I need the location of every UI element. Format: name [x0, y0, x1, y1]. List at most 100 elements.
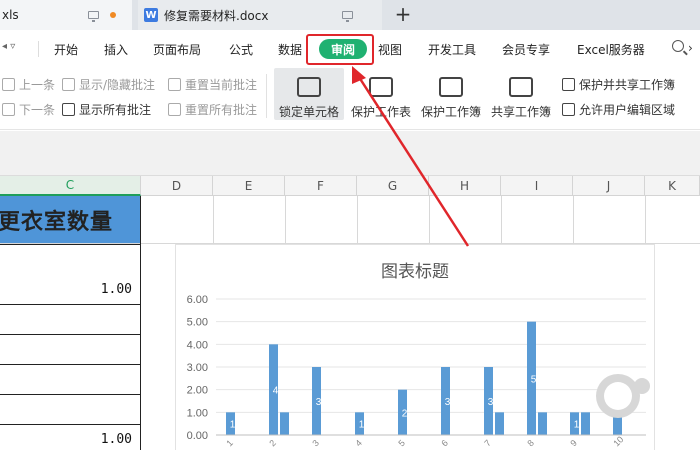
bar-chart[interactable]: 图表标题 0.00 1.00 2.00 3.00 4.00 5.00 6.00 1 1 4 2 3 3 1…: [175, 244, 655, 450]
tab-docx[interactable]: W 修复需要材料.docx: [138, 0, 382, 30]
menu-excel-server[interactable]: Excel服务器: [577, 41, 645, 58]
column-header-i[interactable]: I: [501, 176, 573, 196]
protect-sheet-button[interactable]: 保护工作表: [348, 68, 414, 120]
menu-formulas[interactable]: 公式: [229, 41, 253, 58]
reset-current-comment-label: 重置当前批注: [185, 78, 258, 92]
protect-sheet-icon: [369, 77, 393, 97]
tab-xls[interactable]: xls: [0, 0, 132, 30]
next-comment-label: 下一条: [19, 103, 56, 117]
protect-and-share-button[interactable]: 保护并共享工作簿: [562, 76, 675, 93]
spreadsheet-app: xls W 修复需要材料.docx + ◂ ▿ 开始 插入 页面布局 公式 数据…: [0, 0, 700, 450]
x-tick-label: 2: [267, 438, 278, 449]
x-tick-label: 6: [439, 438, 450, 449]
x-tick-label: 4: [353, 438, 364, 449]
y-tick-label: 5.00: [187, 317, 208, 329]
review-ribbon: 上一条 下一条 显示/隐藏批注 显示所有批注 重置当前批注 重置所有批注 锁定单…: [0, 68, 700, 130]
menu-insert[interactable]: 插入: [104, 41, 128, 58]
column-header-h[interactable]: H: [429, 176, 501, 196]
allow-edit-ranges-button[interactable]: 允许用户编辑区域: [562, 101, 675, 118]
lock-cell-label: 锁定单元格: [278, 105, 339, 119]
more-icon[interactable]: ›: [688, 41, 693, 55]
lock-cell-button[interactable]: 锁定单元格: [274, 68, 344, 120]
show-all-comments-label: 显示所有批注: [79, 103, 152, 117]
chart-plot-area: 0.00 1.00 2.00 3.00 4.00 5.00 6.00 1 1 4 2 3 3 1 4 2 5 3 6…: [187, 294, 646, 449]
data-label: 1: [230, 420, 236, 431]
menu-data[interactable]: 数据: [278, 41, 302, 58]
window-icon[interactable]: [342, 11, 353, 22]
comment-icon: [62, 103, 75, 116]
data-label: 4: [273, 386, 279, 397]
allow-edit-ranges-label: 允许用户编辑区域: [579, 103, 676, 117]
x-tick-label: 5: [396, 438, 407, 449]
word-icon: W: [144, 8, 158, 22]
column-header-c[interactable]: C: [0, 176, 141, 196]
y-tick-label: 4.00: [187, 339, 208, 351]
menu-scroll-icon[interactable]: ◂ ▿: [2, 41, 15, 52]
x-tick-label: 10: [611, 434, 625, 448]
prev-comment-icon: [2, 78, 15, 91]
next-comment-button[interactable]: 下一条: [2, 101, 55, 118]
column-header-g[interactable]: G: [357, 176, 429, 196]
column-header-f[interactable]: F: [285, 176, 357, 196]
grid-line: [0, 364, 141, 365]
window-icon[interactable]: [88, 11, 99, 22]
reset-current-comment-button[interactable]: 重置当前批注: [168, 76, 257, 93]
comment-icon: [62, 78, 75, 91]
search-icon[interactable]: [672, 40, 684, 52]
share-workbook-button[interactable]: 共享工作簿: [488, 68, 554, 120]
highlight-box: [306, 34, 374, 65]
protect-workbook-icon: [439, 77, 463, 97]
tab-title: xls: [2, 8, 19, 22]
document-tab-bar: xls W 修复需要材料.docx +: [0, 0, 700, 30]
show-hide-comments-button[interactable]: 显示/隐藏批注: [62, 76, 155, 93]
reset-comment-icon: [168, 103, 181, 116]
new-tab-button[interactable]: +: [392, 3, 414, 25]
cell-value[interactable]: 1.00: [0, 282, 132, 297]
unsaved-dot-icon: [110, 12, 116, 18]
x-tick-label: 1: [224, 438, 235, 449]
grid-line: [0, 394, 141, 395]
tab-title: 修复需要材料.docx: [164, 8, 269, 23]
header-cell[interactable]: 更衣室数量: [0, 196, 141, 243]
divider: [38, 41, 39, 57]
prev-comment-button[interactable]: 上一条: [2, 76, 55, 93]
data-label: 2: [402, 408, 408, 419]
column-header-k[interactable]: K: [645, 176, 700, 196]
y-tick-label: 1.00: [187, 407, 208, 419]
protect-share-icon: [562, 78, 575, 91]
column-header-j[interactable]: J: [573, 176, 645, 196]
x-tick-label: 3: [310, 438, 321, 449]
grid-line: [0, 304, 141, 305]
menu-view[interactable]: 视图: [378, 41, 402, 58]
formula-bar-area: [0, 131, 700, 176]
protect-workbook-button[interactable]: 保护工作簿: [418, 68, 484, 120]
grid-line: [0, 244, 141, 245]
grid-line: [0, 334, 141, 335]
column-header-e[interactable]: E: [213, 176, 285, 196]
y-tick-label: 6.00: [187, 294, 208, 306]
column-border: [140, 196, 141, 450]
reset-all-comments-button[interactable]: 重置所有批注: [168, 101, 257, 118]
grid-line: [0, 424, 141, 425]
bar: [280, 412, 289, 435]
menu-member[interactable]: 会员专享: [502, 41, 550, 58]
lock-cell-icon: [297, 77, 321, 97]
menu-developer[interactable]: 开发工具: [428, 41, 476, 58]
share-workbook-label: 共享工作簿: [490, 105, 551, 119]
data-label: 3: [488, 397, 494, 408]
next-comment-icon: [2, 103, 15, 116]
protect-sheet-label: 保护工作表: [350, 105, 411, 119]
x-tick-label: 7: [482, 438, 493, 449]
column-header-d[interactable]: D: [141, 176, 213, 196]
show-all-comments-button[interactable]: 显示所有批注: [62, 101, 151, 118]
data-label: 5: [531, 374, 537, 385]
menu-home[interactable]: 开始: [54, 41, 78, 58]
data-label: 3: [445, 397, 451, 408]
data-label: 1: [574, 420, 580, 431]
cell-value[interactable]: 1.00: [0, 432, 132, 447]
reset-all-comments-label: 重置所有批注: [185, 103, 258, 117]
y-tick-label: 2.00: [187, 385, 208, 397]
watermark-logo: [596, 374, 650, 418]
menu-page-layout[interactable]: 页面布局: [153, 41, 201, 58]
bar: [495, 412, 504, 435]
